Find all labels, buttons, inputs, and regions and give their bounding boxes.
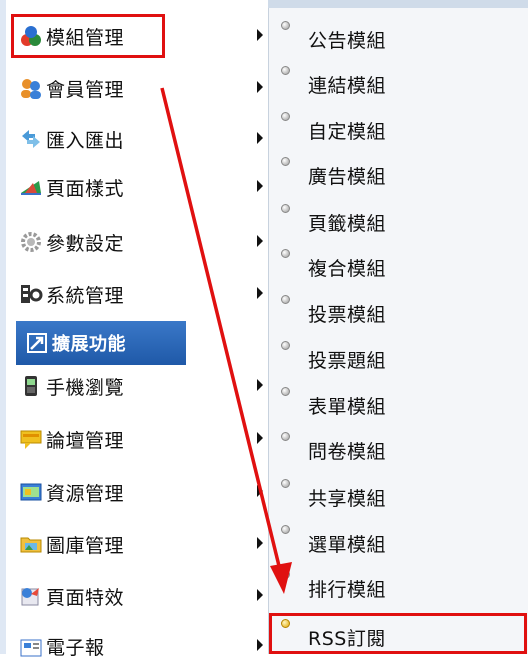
arrow-shaft [160,87,282,571]
annotation-arrow [160,87,292,594]
arrow-head-icon [270,562,292,594]
